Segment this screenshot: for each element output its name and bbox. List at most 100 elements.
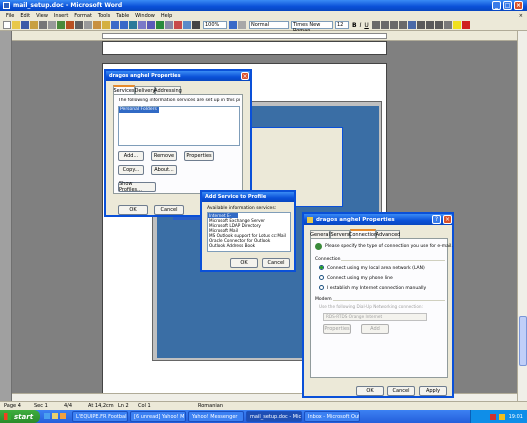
cancel-button[interactable]: Cancel — [154, 205, 184, 215]
help-icon[interactable]: ? — [432, 215, 441, 224]
highlight-icon[interactable] — [452, 21, 461, 29]
menu-help[interactable]: Help — [161, 13, 172, 19]
remove-button[interactable]: Remove — [151, 151, 177, 161]
tab-addressing[interactable]: Addressing — [154, 86, 182, 94]
justify-icon[interactable] — [398, 21, 407, 29]
format-painter-icon[interactable] — [102, 21, 110, 29]
radio-phone[interactable]: Connect using my phone line — [319, 275, 393, 281]
font-select[interactable]: Times New Roman — [291, 21, 333, 34]
start-button[interactable]: start — [0, 410, 40, 423]
spelling-icon[interactable] — [57, 21, 65, 29]
taskbar-item-word[interactable]: mail_setup.doc - Micr... — [246, 411, 302, 422]
dialup-checkbox[interactable]: Use the following Dial-Up Networking con… — [319, 304, 423, 309]
tab-connection[interactable]: Connection — [349, 229, 377, 238]
ok-button[interactable]: OK — [230, 258, 258, 268]
desktop-icon[interactable] — [52, 413, 58, 419]
cancel-button[interactable]: Cancel — [387, 386, 415, 396]
insert-excel-icon[interactable] — [156, 21, 164, 29]
taskbar-item-yahoo-messenger[interactable]: Yahoo! Messenger — [188, 411, 244, 422]
line-spacing-icon[interactable] — [407, 21, 416, 29]
about-button[interactable]: About... — [151, 165, 177, 175]
zoom-select[interactable]: 100% — [203, 21, 227, 29]
radio-manual[interactable]: I establish my Internet connection manua… — [319, 285, 426, 291]
list-item[interactable]: Outlook Address Book — [208, 243, 290, 248]
properties-button[interactable]: Properties — [184, 151, 214, 161]
radio-manual-icon[interactable] — [319, 285, 324, 290]
taskbar-item-lequipe[interactable]: L'EQUIPE.FR Football... — [72, 411, 128, 422]
drawing-icon[interactable] — [174, 21, 182, 29]
dialog-close-icon[interactable]: × — [241, 72, 249, 80]
copy-button[interactable]: Copy... — [118, 165, 144, 175]
hyperlink-icon[interactable] — [129, 21, 137, 29]
dialup-select[interactable]: RDS-RTDS Orange Internet — [323, 313, 427, 321]
menu-format[interactable]: Format — [74, 13, 92, 19]
list-item[interactable]: Personal Folders — [119, 107, 159, 113]
new-icon[interactable] — [3, 21, 11, 29]
menu-close-doc-icon[interactable]: × — [519, 13, 523, 19]
taskbar-item-outlook[interactable]: Inbox - Microsoft Out... — [304, 411, 360, 422]
indent-icon[interactable] — [434, 21, 443, 29]
tables-icon[interactable] — [138, 21, 146, 29]
close-icon[interactable]: × — [514, 1, 523, 10]
menu-insert[interactable]: Insert — [54, 13, 68, 19]
ok-button[interactable]: OK — [118, 205, 148, 215]
border-icon[interactable] — [443, 21, 452, 29]
cancel-button[interactable]: Cancel — [262, 258, 290, 268]
align-right-icon[interactable] — [389, 21, 398, 29]
undo-icon[interactable] — [111, 21, 119, 29]
font-color-icon[interactable] — [461, 21, 470, 29]
underline-icon[interactable]: U — [364, 22, 368, 29]
tab-advanced[interactable]: Advanced — [376, 230, 400, 238]
style-select[interactable]: Normal — [249, 21, 289, 29]
menu-window[interactable]: Window — [135, 13, 155, 19]
italic-icon[interactable]: I — [360, 22, 362, 29]
vertical-scrollbar[interactable] — [517, 31, 527, 401]
tray-icon[interactable] — [498, 413, 505, 420]
tab-servers[interactable]: Servers — [330, 230, 350, 238]
services-list[interactable]: Personal Folders — [118, 106, 240, 146]
modem-properties-button[interactable]: Properties — [323, 324, 351, 334]
add-button[interactable]: Add... — [118, 151, 144, 161]
paste-icon[interactable] — [93, 21, 101, 29]
menu-file[interactable]: File — [6, 13, 14, 19]
read-icon[interactable] — [238, 21, 246, 29]
scroll-thumb[interactable] — [519, 316, 527, 366]
show-profiles-button[interactable]: Show Profiles... — [118, 181, 156, 193]
menu-edit[interactable]: Edit — [20, 13, 30, 19]
align-left-icon[interactable] — [371, 21, 380, 29]
outlook-icon[interactable] — [60, 413, 66, 419]
menu-table[interactable]: Table — [116, 13, 129, 19]
apply-button[interactable]: Apply — [419, 386, 447, 396]
minimize-icon[interactable]: _ — [492, 1, 501, 10]
print-preview-icon[interactable] — [48, 21, 56, 29]
tab-delivery[interactable]: Delivery — [135, 86, 155, 94]
maximize-icon[interactable]: □ — [503, 1, 512, 10]
numbering-icon[interactable] — [416, 21, 425, 29]
taskbar-item-yahoo-mail[interactable]: [6 unread] Yahoo! M... — [130, 411, 186, 422]
insert-table-icon[interactable] — [147, 21, 155, 29]
radio-lan[interactable]: Connect using my local area network (LAN… — [319, 265, 425, 271]
save-icon[interactable] — [21, 21, 29, 29]
tray-icon[interactable] — [489, 413, 496, 420]
size-select[interactable]: 12 — [335, 21, 349, 29]
print-icon[interactable] — [39, 21, 47, 29]
available-services-list[interactable]: Internet E-mail Microsoft Exchange Serve… — [207, 212, 291, 252]
ok-button[interactable]: OK — [356, 386, 384, 396]
center-icon[interactable] — [380, 21, 389, 29]
radio-lan-icon[interactable] — [319, 265, 324, 270]
menu-tools[interactable]: Tools — [98, 13, 110, 19]
open-icon[interactable] — [12, 21, 20, 29]
modem-add-button[interactable]: Add — [361, 324, 389, 334]
doc-map-icon[interactable] — [183, 21, 191, 29]
bold-icon[interactable]: B — [352, 22, 357, 29]
tab-services[interactable]: Services — [113, 85, 135, 94]
ie-icon[interactable] — [44, 413, 50, 419]
bullets-icon[interactable] — [425, 21, 434, 29]
menu-view[interactable]: View — [36, 13, 48, 19]
copy-icon[interactable] — [84, 21, 92, 29]
show-hide-icon[interactable] — [192, 21, 200, 29]
dialog-close-icon[interactable]: × — [443, 215, 452, 224]
tab-general[interactable]: General — [310, 230, 330, 238]
help-icon[interactable] — [229, 21, 237, 29]
columns-icon[interactable] — [165, 21, 173, 29]
